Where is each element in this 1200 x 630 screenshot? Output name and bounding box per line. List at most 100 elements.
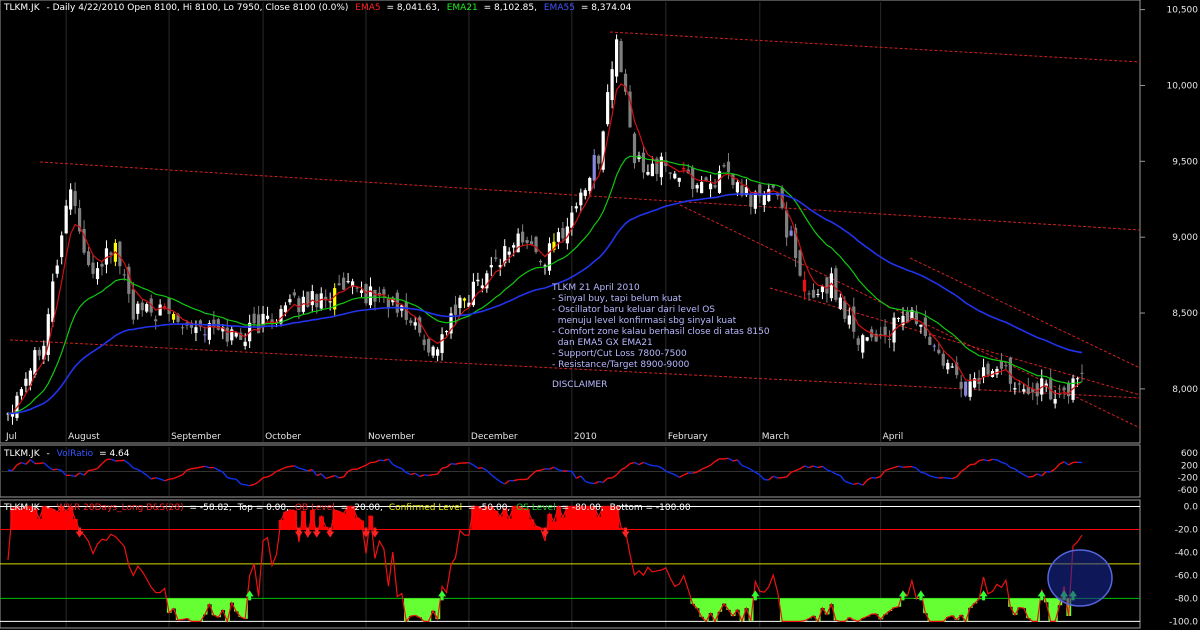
volume-panel[interactable]: 600 200 -200 -600 TLKM.JK - VolRatio = 4.64	[0, 444, 1199, 498]
candle-body	[194, 327, 198, 334]
candle-body	[69, 189, 73, 210]
os-fill	[417, 598, 423, 618]
os-fill	[932, 598, 937, 622]
volume-segment	[151, 477, 156, 480]
volume-segment	[472, 464, 479, 469]
price-x-axis: Jul August September October November Decembe…	[5, 432, 903, 442]
os-fill	[806, 598, 812, 619]
volume-segment	[159, 478, 165, 482]
ob-fill	[341, 513, 347, 530]
volume-segment	[602, 477, 609, 483]
volume-segment	[311, 468, 318, 477]
volume-segment	[585, 480, 590, 484]
williams-header: TLKM.JK - W%R 28Days_Long B&S(28) = -58.…	[3, 503, 691, 513]
volume-segment	[455, 462, 461, 465]
month-label: April	[883, 432, 904, 442]
candle-body	[364, 284, 368, 304]
volume-segment	[47, 466, 54, 471]
candle-body	[981, 367, 986, 378]
chart-root: 10,500 10,000 9,500 9,000 8,500 8,000 Jul Augu…	[0, 0, 1199, 629]
volume-segment	[155, 477, 161, 480]
candle-body	[265, 315, 270, 319]
volume-segment	[620, 466, 626, 471]
month-label: Jul	[5, 432, 17, 442]
candle-body	[1008, 357, 1012, 384]
volume-segment	[938, 476, 944, 479]
volume-series-label: VolRatio	[57, 449, 94, 459]
volume-segment	[195, 466, 201, 469]
volume-segment	[799, 465, 805, 470]
volume-segment	[186, 468, 192, 471]
analysis-annotation: TLKM 21 April 2010 - Sinyal buy, tapi be…	[551, 283, 770, 390]
candles	[6, 34, 1084, 425]
candle-body	[807, 293, 811, 295]
volume-segment	[446, 463, 452, 468]
volume-segment	[782, 476, 787, 479]
williams-panel[interactable]: 0.0 -20.0 -40.0 -60.0 -80.0 -100.0 TLKM.JK - …	[0, 499, 1198, 629]
candle-body	[494, 257, 498, 259]
trend-line	[609, 31, 1141, 63]
highlight-circle	[1047, 549, 1113, 607]
volume-segment	[513, 478, 519, 482]
volume-segment	[334, 474, 340, 479]
price-panel[interactable]: 10,500 10,000 9,500 9,000 8,500 8,000 Jul Augu…	[0, 0, 1198, 627]
candle-body	[409, 320, 413, 324]
volume-segment	[983, 458, 989, 462]
volume-segment	[674, 474, 680, 478]
candle-body	[489, 265, 493, 268]
candle-body	[436, 349, 440, 356]
candle-body	[1013, 388, 1017, 390]
volume-segment	[710, 460, 716, 466]
os-fill	[202, 598, 208, 615]
candle-body	[785, 210, 789, 238]
volume-segment	[598, 480, 604, 484]
candle-body	[865, 337, 869, 341]
volume-y-axis: 600 200 -200 -600	[1178, 449, 1199, 496]
candle-body	[820, 286, 825, 293]
trend-line	[769, 287, 1141, 396]
candle-body	[592, 155, 596, 181]
os-fill	[180, 598, 186, 620]
volume-segment	[889, 466, 895, 470]
volume-segment	[625, 463, 631, 469]
candle-body	[171, 314, 176, 320]
volume-value: = 4.64	[99, 449, 130, 459]
volume-segment	[898, 465, 904, 468]
ema5-value: = 8,041.63,	[387, 3, 440, 13]
os-fill	[811, 598, 817, 616]
volume-segment	[629, 461, 635, 465]
candle-body	[145, 304, 149, 312]
volume-segment	[96, 463, 103, 469]
volume-segment	[728, 457, 734, 462]
volume-segment	[245, 484, 250, 487]
volume-segment	[52, 468, 58, 471]
volume-segment	[535, 469, 541, 472]
volume-segment	[571, 471, 577, 479]
candle-body	[883, 326, 887, 336]
os-fill	[735, 598, 741, 610]
candle-body	[561, 227, 565, 239]
os-fill	[941, 598, 946, 622]
os-fill	[878, 598, 884, 620]
candle-body	[646, 171, 650, 175]
volume-segment	[965, 464, 971, 469]
os-fill	[421, 598, 427, 622]
volume-segment	[1005, 463, 1011, 469]
volume-segment	[21, 461, 27, 465]
ema21-value: = 8,102.85,	[484, 3, 537, 13]
annotation-line-5: - Comfort zone kalau berhasil close di a…	[552, 327, 770, 337]
ob-fill	[506, 518, 512, 530]
volume-segment	[611, 474, 618, 479]
volume-segment	[974, 460, 980, 465]
candle-body	[19, 389, 24, 396]
candle-body	[556, 232, 561, 242]
volume-segment	[549, 466, 555, 470]
volume-segment	[996, 459, 1002, 463]
volume-segment	[419, 474, 425, 478]
williams-ob-value: = -20.00,	[341, 503, 383, 513]
volume-segment	[343, 470, 349, 478]
os-fill	[891, 598, 897, 608]
candle-body	[959, 381, 963, 389]
volume-segment	[164, 478, 170, 482]
volume-dash: -	[46, 449, 49, 459]
